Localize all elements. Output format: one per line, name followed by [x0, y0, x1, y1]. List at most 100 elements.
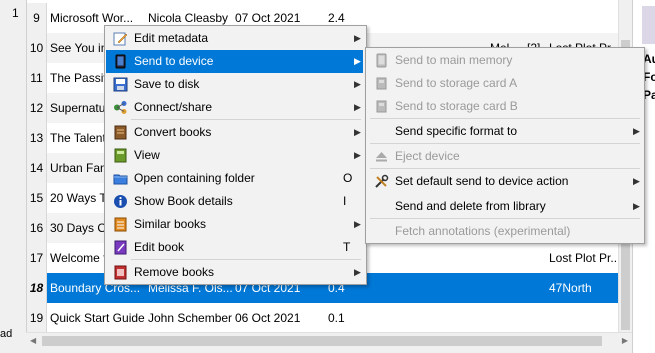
folder-icon — [113, 171, 128, 186]
menu-item-shortcut: T — [343, 240, 351, 254]
cell-publisher: 47North — [549, 281, 592, 295]
row-number: 19 — [27, 303, 47, 333]
cell-title: Quick Start Guide — [50, 311, 145, 325]
left-panel-label: 1 — [12, 6, 19, 20]
menu-item-show-book-details[interactable]: Show Book details I — [106, 190, 363, 213]
submenu-arrow-icon: ▶ — [354, 219, 361, 229]
row-number: 14 — [27, 153, 47, 183]
menu-item-label: Show Book details — [134, 194, 233, 208]
menu-item-edit-metadata[interactable]: Edit metadata ▶ — [106, 27, 363, 50]
menu-item-label: Open containing folder — [134, 171, 255, 185]
menu-separator — [370, 118, 640, 119]
menu-item-label: Edit metadata — [134, 31, 209, 45]
menu-separator — [370, 218, 640, 219]
device-card-icon — [374, 99, 389, 114]
row-number: 12 — [27, 93, 47, 123]
submenu-item-set-default-send-to-device-action[interactable]: Set default send to device action ▶ — [367, 170, 641, 193]
submenu-item-label: Send specific format to — [395, 124, 518, 138]
cell-series — [527, 273, 547, 303]
similar-books-icon — [113, 217, 128, 232]
submenu-item-label: Send to storage card A — [395, 76, 518, 90]
info-icon — [113, 194, 128, 209]
menu-separator — [370, 143, 640, 144]
submenu-arrow-icon: ▶ — [633, 201, 640, 211]
menu-item-convert-books[interactable]: Convert books ▶ — [106, 121, 363, 144]
submenu-item-fetch-annotations-experimental: Fetch annotations (experimental) — [367, 220, 641, 243]
row-number: 15 — [27, 183, 47, 213]
scroll-left-icon[interactable]: ◀ — [30, 336, 36, 345]
submenu-item-label: Send to main memory — [395, 53, 513, 67]
library-window: 1 ad 9 Microsoft Wor... Nicola Cleasby 07 O… — [0, 0, 655, 353]
send-to-device-submenu: Send to main memory Send to storage card … — [365, 47, 645, 244]
menu-item-edit-book[interactable]: Edit book T — [106, 236, 363, 259]
device-memory-icon — [374, 53, 389, 68]
submenu-item-label: Eject device — [395, 149, 460, 163]
submenu-arrow-icon: ▶ — [633, 176, 640, 186]
menu-item-label: Save to disk — [134, 77, 200, 91]
menu-item-remove-books[interactable]: Remove books ▶ — [106, 261, 363, 284]
submenu-arrow-icon: ▶ — [354, 102, 361, 112]
connect-share-icon — [113, 100, 128, 115]
row-number: 16 — [27, 213, 47, 243]
horizontal-scrollbar[interactable]: ◀ ▶ — [26, 332, 632, 349]
menu-item-send-to-device[interactable]: Send to device ▶ — [106, 50, 363, 73]
submenu-arrow-icon: ▶ — [354, 127, 361, 137]
send-to-device-icon — [113, 54, 128, 69]
row-number: 10 — [27, 33, 47, 63]
row-number: 18 — [27, 273, 47, 303]
menu-item-label: View — [134, 148, 160, 162]
view-icon — [113, 148, 128, 163]
submenu-item-eject-device: Eject device — [367, 145, 641, 168]
menu-item-save-to-disk[interactable]: Save to disk ▶ — [106, 73, 363, 96]
horizontal-scroll-thumb[interactable] — [42, 336, 602, 346]
menu-item-view[interactable]: View ▶ — [106, 144, 363, 167]
menu-item-connect-share[interactable]: Connect/share ▶ — [106, 96, 363, 119]
menu-separator — [370, 168, 640, 169]
submenu-arrow-icon: ▶ — [354, 79, 361, 89]
row-number: 11 — [27, 63, 47, 93]
submenu-item-send-to-main-memory: Send to main memory — [367, 49, 641, 72]
cell-series — [527, 243, 547, 273]
submenu-item-send-to-storage-card-a: Send to storage card A — [367, 72, 641, 95]
row-number: 13 — [27, 123, 47, 153]
edit-book-icon — [113, 240, 128, 255]
eject-icon — [374, 149, 389, 164]
device-card-icon — [374, 76, 389, 91]
convert-books-icon — [113, 125, 128, 140]
tools-icon — [374, 174, 389, 189]
menu-item-shortcut: O — [343, 171, 353, 185]
cell-author: John Schember — [148, 311, 232, 325]
context-menu: Edit metadata ▶ Send to device ▶ Save to dis… — [104, 25, 367, 285]
cell-series — [527, 303, 547, 333]
menu-item-label: Connect/share — [134, 100, 213, 114]
cell-publisher: Lost Plot Pr... — [549, 251, 619, 265]
left-panel-bottom-label: ad — [0, 328, 13, 340]
menu-item-label: Edit book — [134, 240, 185, 254]
cell-size: 0.1 — [328, 311, 345, 325]
menu-separator — [131, 119, 361, 120]
book-cover-thumbnail — [642, 6, 655, 44]
submenu-item-send-specific-format-to[interactable]: Send specific format to ▶ — [367, 120, 641, 143]
remove-books-icon — [113, 265, 128, 280]
menu-item-open-containing-folder[interactable]: Open containing folder O — [106, 167, 363, 190]
table-row[interactable]: 19 Quick Start Guide John Schember 06 Oct 2… — [27, 303, 619, 334]
scroll-right-icon[interactable]: ▶ — [622, 336, 628, 345]
submenu-item-send-and-delete-from-library[interactable]: Send and delete from library ▶ — [367, 195, 641, 218]
submenu-item-label: Send and delete from library — [395, 199, 546, 213]
submenu-item-label: Fetch annotations (experimental) — [395, 224, 571, 238]
row-number: 9 — [27, 3, 47, 33]
menu-item-similar-books[interactable]: Similar books ▶ — [106, 213, 363, 236]
submenu-item-send-to-storage-card-b: Send to storage card B — [367, 95, 641, 118]
menu-item-label: Remove books — [134, 265, 215, 279]
menu-item-label: Convert books — [134, 125, 212, 139]
submenu-item-label: Send to storage card B — [395, 99, 518, 113]
submenu-arrow-icon: ▶ — [354, 56, 361, 66]
submenu-item-label: Set default send to device action — [395, 174, 569, 188]
row-number: 17 — [27, 243, 47, 273]
submenu-arrow-icon: ▶ — [354, 150, 361, 160]
menu-item-label: Similar books — [134, 217, 207, 231]
submenu-arrow-icon: ▶ — [633, 126, 640, 136]
edit-metadata-icon — [113, 31, 128, 46]
left-panel: 1 ad — [0, 0, 26, 353]
cell-publisher — [549, 3, 619, 33]
